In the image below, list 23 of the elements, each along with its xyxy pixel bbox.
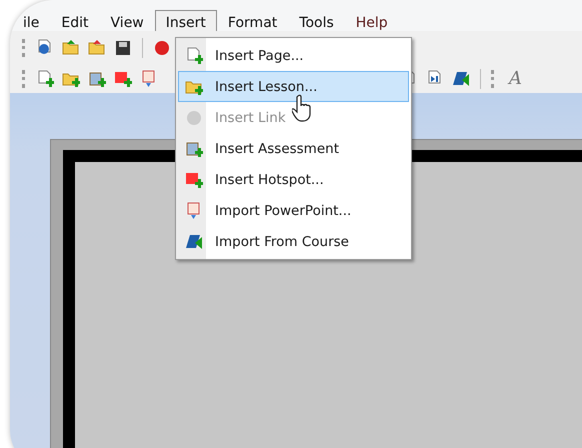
folder-arrow-icon[interactable] xyxy=(88,38,106,56)
menu-item[interactable]: Import PowerPoint... xyxy=(178,195,409,226)
menu-title[interactable]: Tools xyxy=(288,10,345,31)
menu-item[interactable]: Insert Assessment xyxy=(178,133,409,164)
folder-up-icon[interactable] xyxy=(62,38,80,56)
clipboard-plus-icon[interactable] xyxy=(185,140,203,158)
menu-item[interactable]: Insert Lesson... xyxy=(178,71,409,102)
clipboard-plus-icon[interactable] xyxy=(88,70,106,88)
menu-title[interactable]: ile xyxy=(20,10,50,31)
menu-title[interactable]: Format xyxy=(216,10,288,31)
square-plus-icon[interactable] xyxy=(185,170,203,188)
square-plus-icon[interactable] xyxy=(114,70,132,88)
text-tool-button[interactable]: A xyxy=(509,68,522,89)
page-plus-icon[interactable] xyxy=(36,70,54,88)
menu-title[interactable]: Insert xyxy=(154,10,217,31)
menu-item[interactable]: Insert Hotspot... xyxy=(178,164,409,195)
menu-title[interactable]: Edit xyxy=(50,10,100,31)
menu-title[interactable]: View xyxy=(100,10,155,31)
page-plus-icon[interactable] xyxy=(185,46,203,64)
menu-item[interactable]: Insert Page... xyxy=(178,40,409,71)
menu-title[interactable]: Help xyxy=(344,10,399,31)
menu-item[interactable]: Import From Course xyxy=(178,226,409,257)
save-icon[interactable] xyxy=(114,38,132,56)
